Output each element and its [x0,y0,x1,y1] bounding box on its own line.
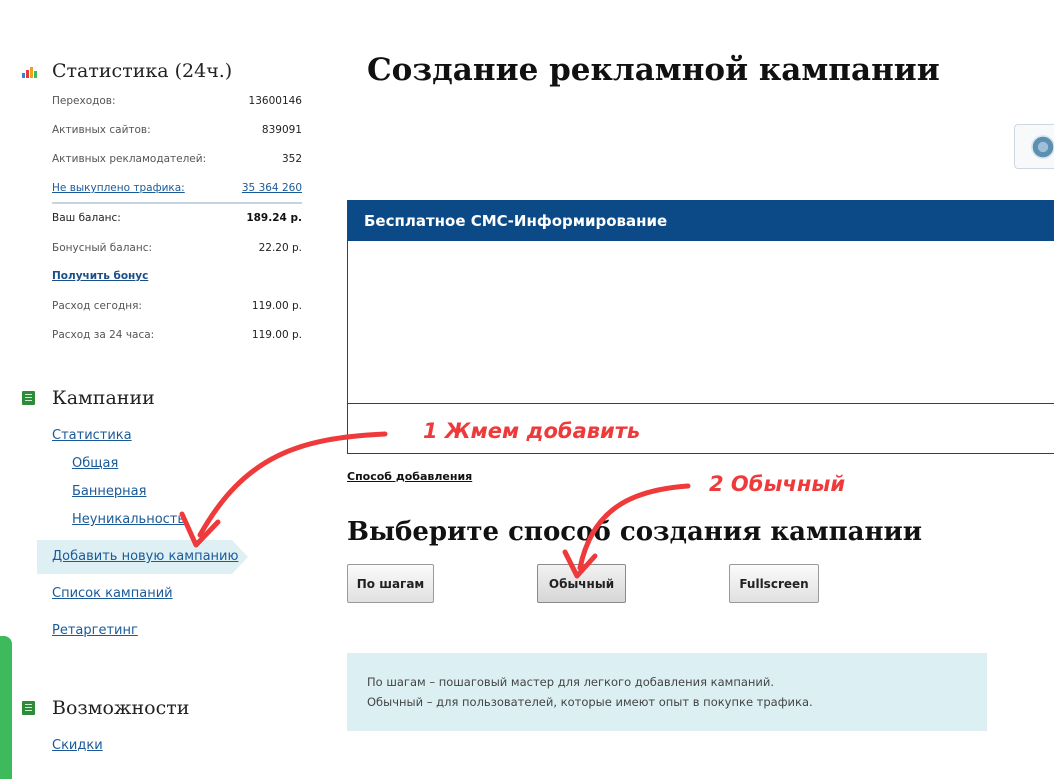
sidebar-item-campaign-list[interactable]: Список кампаний [52,586,173,601]
step-by-step-button[interactable]: По шагам [347,564,434,603]
stat-row-spent-24h: Расход за 24 часа: 119.00 р. [52,329,302,341]
document-icon [22,701,35,715]
features-section-header: Возможности [22,697,189,719]
brand-logo-icon [1031,135,1054,159]
stat-row-spent-today: Расход сегодня: 119.00 р. [52,300,302,312]
bar-chart-icon [22,64,38,78]
sidebar-item-discounts[interactable]: Скидки [52,738,103,753]
sidebar-item-add-new-campaign[interactable]: Добавить новую кампанию [52,549,238,564]
sms-panel-title: Бесплатное СМС-Информирование [348,201,1054,241]
stat-row-active-advertisers: Активных рекламодателей: 352 [52,153,302,165]
stat-row-unsold-traffic[interactable]: Не выкуплено трафика: 35 364 260 [52,182,302,194]
sidebar-item-banner[interactable]: Баннерная [72,484,146,499]
sidebar-item-retargeting[interactable]: Ретаргетинг [52,623,138,638]
stat-row-balance: Ваш баланс: 189.24 р. [52,212,302,224]
stat-row-clicks: Переходов: 13600146 [52,95,302,107]
document-icon [22,391,35,405]
features-title: Возможности [52,697,190,719]
normal-button[interactable]: Обычный [537,564,626,603]
stat-row-bonus-balance: Бонусный баланс: 22.20 р. [52,242,302,254]
fullscreen-button[interactable]: Fullscreen [729,564,819,603]
stats-title: Статистика (24ч.) [52,60,233,82]
annotation-step2: 2 Обычный [709,472,846,496]
stat-row-active-sites: Активных сайтов: 839091 [52,124,302,136]
unsold-traffic-link[interactable]: Не выкуплено трафика: [52,182,185,194]
info-line-step-by-step: По шагам – пошаговый мастер для легкого … [367,675,775,689]
feedback-side-tab[interactable] [0,636,12,779]
stats-section-header: Статистика (24ч.) [22,60,232,82]
add-method-link[interactable]: Способ добавления [347,470,472,483]
stats-divider [52,202,302,204]
get-bonus-link[interactable]: Получить бонус [52,270,148,282]
sidebar-item-uniqueness[interactable]: Неуникальность [72,512,185,527]
brand-logo-button[interactable] [1014,124,1054,169]
sms-info-panel: Бесплатное СМС-Информирование [347,200,1054,454]
info-line-normal: Обычный – для пользователей, которые име… [367,695,813,709]
sidebar-item-general[interactable]: Общая [72,456,118,471]
campaigns-title: Кампании [52,387,155,409]
panel-divider [348,403,1054,404]
page-title: Создание рекламной кампании [367,52,940,88]
method-info-box: По шагам – пошаговый мастер для легкого … [347,653,987,731]
sidebar-item-statistics[interactable]: Статистика [52,428,132,443]
choose-method-title: Выберите способ создания кампании [347,517,923,547]
unsold-traffic-value-link[interactable]: 35 364 260 [242,182,302,194]
annotation-step1: 1 Жмем добавить [423,419,641,443]
sidebar: Статистика (24ч.) Переходов: 13600146 Ак… [0,0,320,779]
campaigns-section-header: Кампании [22,387,155,409]
